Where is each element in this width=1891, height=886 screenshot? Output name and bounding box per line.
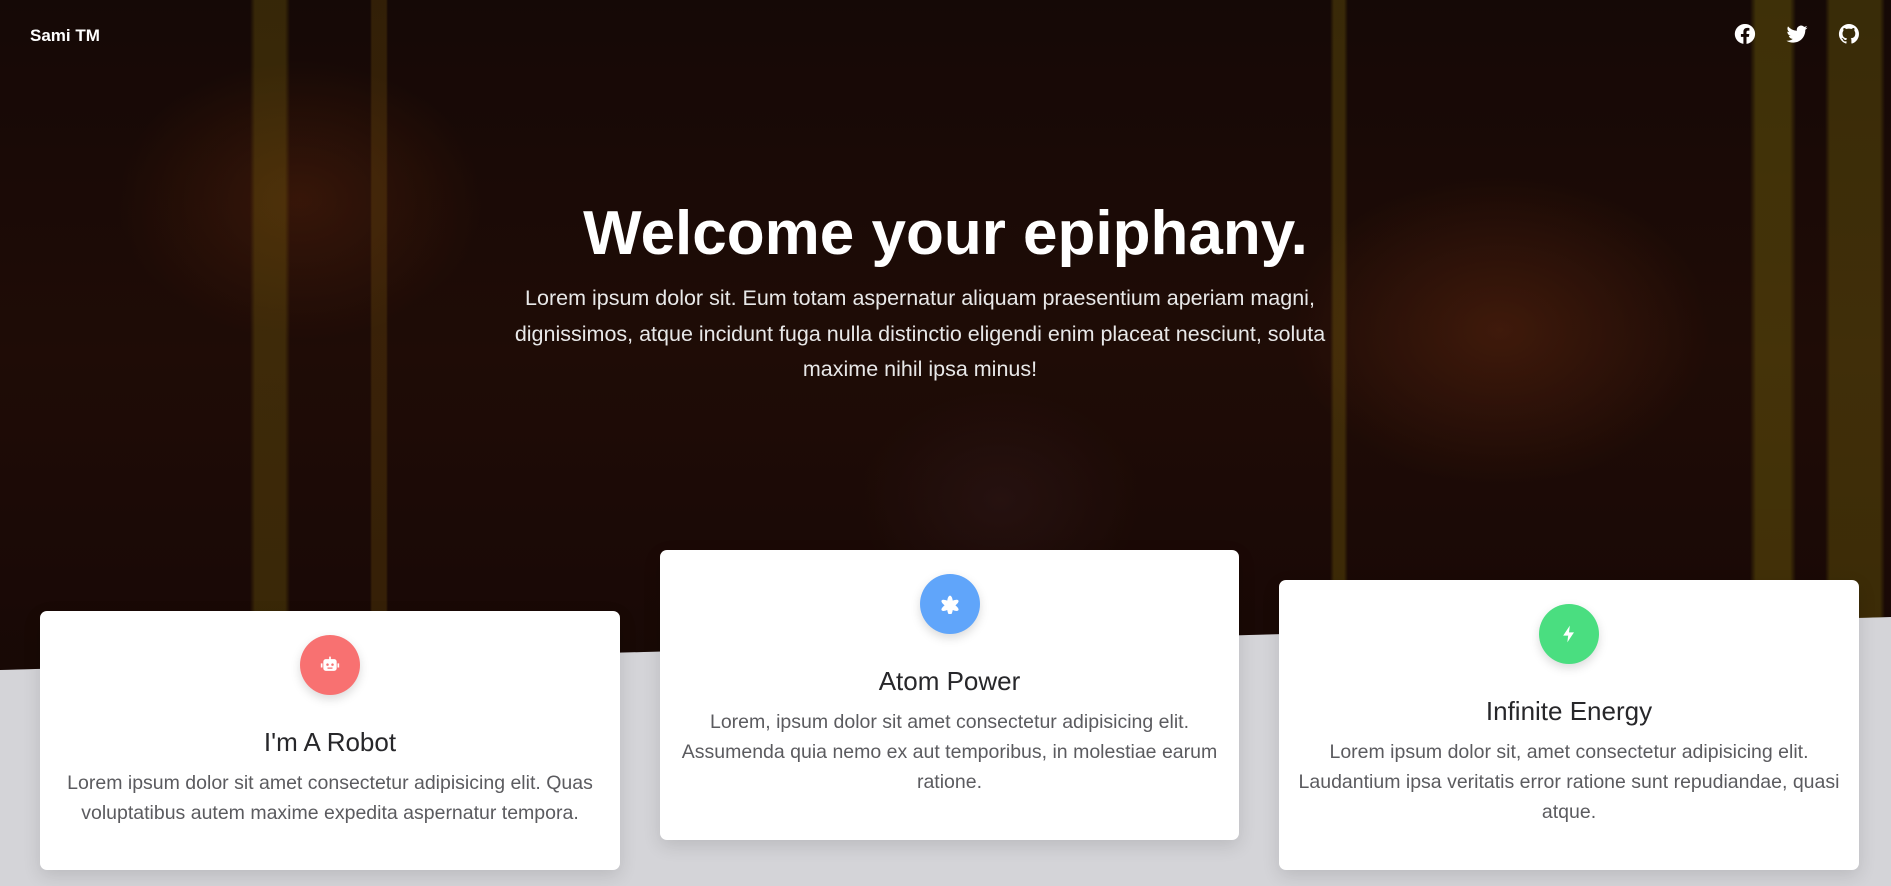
feature-card-energy: Infinite Energy Lorem ipsum dolor sit, a… bbox=[1279, 580, 1859, 870]
card-text: Lorem, ipsum dolor sit amet consectetur … bbox=[681, 711, 1218, 793]
card-title: Atom Power bbox=[878, 666, 1021, 696]
social-links bbox=[1733, 22, 1861, 46]
twitter-icon[interactable] bbox=[1785, 22, 1809, 46]
feature-card-robot: I'm A Robot Lorem ipsum dolor sit amet c… bbox=[40, 611, 620, 870]
facebook-icon[interactable] bbox=[1733, 22, 1757, 46]
card-title: I'm A Robot bbox=[263, 727, 397, 757]
card-title: Infinite Energy bbox=[1485, 696, 1653, 726]
hero-subtitle: Lorem ipsum dolor sit. Eum totam asperna… bbox=[514, 286, 1326, 381]
github-icon[interactable] bbox=[1837, 22, 1861, 46]
card-text: Lorem ipsum dolor sit amet consectetur a… bbox=[67, 772, 593, 824]
card-text: Lorem ipsum dolor sit, amet consectetur … bbox=[1298, 741, 1840, 823]
brand-logo[interactable]: Sami TM bbox=[30, 26, 100, 46]
hero-title: Welcome your epiphany. bbox=[583, 199, 1308, 268]
lightning-bolt-icon bbox=[1539, 604, 1599, 664]
feature-card-atom: Atom Power Lorem, ipsum dolor sit amet c… bbox=[660, 550, 1239, 840]
robot-icon bbox=[300, 635, 360, 695]
atom-icon bbox=[919, 574, 980, 634]
